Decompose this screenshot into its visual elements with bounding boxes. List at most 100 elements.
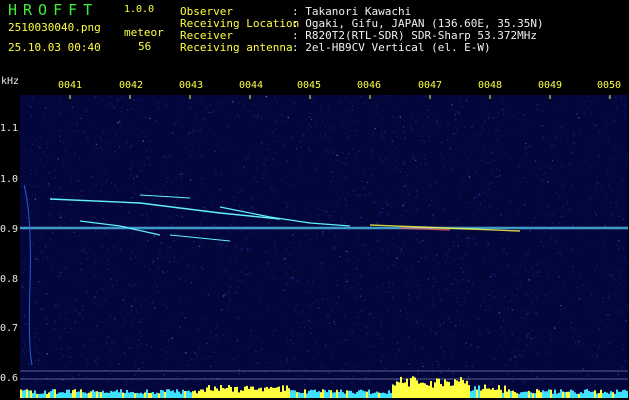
amplitude-bar <box>468 385 470 398</box>
amplitude-bar <box>32 392 34 398</box>
amplitude-bar <box>350 390 352 398</box>
x-tick: 0050 <box>597 80 622 91</box>
amplitude-bar <box>406 378 408 398</box>
amplitude-bar <box>188 390 190 398</box>
amplitude-bar <box>342 392 344 398</box>
amplitude-bar <box>440 384 442 398</box>
amplitude-bar <box>72 390 74 398</box>
amplitude-bar <box>222 388 224 398</box>
amplitude-bar <box>388 390 390 398</box>
amplitude-bar <box>538 390 540 398</box>
amplitude-bar <box>450 385 452 398</box>
amplitude-bar <box>102 390 104 398</box>
spectrogram-plot <box>20 95 628 398</box>
amplitude-bar <box>572 390 574 398</box>
amplitude-bar <box>42 393 44 398</box>
amplitude-bar <box>238 392 240 398</box>
amplitude-bar <box>324 390 326 398</box>
amplitude-bar <box>476 389 478 398</box>
amplitude-bar <box>578 393 580 398</box>
app-title: HROFFT <box>8 1 99 19</box>
y-tick: 0.9 <box>0 224 19 235</box>
amplitude-bar <box>128 392 130 398</box>
amplitude-bar <box>218 390 220 398</box>
amplitude-bar <box>390 393 392 398</box>
meteor-streak <box>139 194 191 199</box>
amplitude-bar <box>412 376 414 398</box>
amplitude-bar <box>376 391 378 398</box>
amplitude-bar <box>132 391 134 398</box>
amplitude-bar <box>506 391 508 398</box>
amplitude-bar <box>610 391 612 398</box>
amplitude-bar <box>418 383 420 398</box>
amplitude-bar <box>236 386 238 398</box>
amplitude-bar <box>594 390 596 398</box>
amplitude-bar <box>362 390 364 398</box>
amplitude-bar <box>312 390 314 398</box>
amplitude-bar <box>606 392 608 398</box>
amplitude-bar <box>620 391 622 398</box>
amplitude-bar <box>68 389 70 398</box>
y-tick: 1.0 <box>0 174 19 185</box>
amplitude-bar <box>178 391 180 398</box>
amplitude-bar <box>590 391 592 398</box>
amplitude-bar <box>364 391 366 398</box>
amplitude-bar <box>562 391 564 398</box>
amplitude-bar <box>372 393 374 398</box>
amplitude-bar <box>150 392 152 398</box>
amplitude-bar <box>214 386 216 398</box>
amplitude-bar <box>74 389 76 398</box>
amplitude-bar <box>518 393 520 398</box>
meteor-streak <box>219 206 351 227</box>
amplitude-bar <box>100 392 102 398</box>
amplitude-bar <box>570 389 572 398</box>
amplitude-bar <box>614 393 616 398</box>
amplitude-bar <box>126 389 128 398</box>
amplitude-bar <box>316 392 318 398</box>
amplitude-bar <box>548 389 550 398</box>
amplitude-bar <box>304 389 306 398</box>
x-tick: 0044 <box>239 80 264 91</box>
amplitude-bar <box>216 388 218 398</box>
amplitude-bar <box>146 389 148 398</box>
amplitude-bar <box>264 387 266 398</box>
amplitude-bar <box>550 389 552 398</box>
amplitude-bar <box>616 389 618 398</box>
amplitude-bar <box>474 386 476 398</box>
amplitude-bar <box>148 392 150 398</box>
amplitude-bar <box>104 392 106 398</box>
amplitude-bar <box>254 389 256 398</box>
amplitude-bar <box>458 381 460 398</box>
amplitude-bar <box>138 393 140 398</box>
amplitude-bar <box>414 377 416 398</box>
amplitude-bar <box>512 390 514 398</box>
amplitude-bar <box>140 392 142 398</box>
amplitude-bar <box>536 389 538 398</box>
amplitude-bar <box>310 389 312 398</box>
x-tick: 0042 <box>119 80 144 91</box>
amplitude-bar <box>488 388 490 398</box>
amplitude-bar <box>326 392 328 398</box>
amplitude-bar <box>84 392 86 398</box>
amplitude-bar <box>462 380 464 398</box>
amplitude-bar <box>282 385 284 398</box>
amplitude-bar <box>192 391 194 398</box>
amplitude-bar <box>186 390 188 398</box>
amplitude-bar <box>322 389 324 398</box>
left-trace <box>23 184 33 366</box>
amplitude-bar <box>432 387 434 398</box>
amplitude-bar <box>198 390 200 398</box>
amplitude-bar <box>54 389 56 398</box>
amplitude-bar <box>484 384 486 398</box>
app-version: 1.0.0 <box>124 4 155 15</box>
amplitude-bar <box>454 379 456 398</box>
amplitude-bar <box>76 391 78 398</box>
amplitude-bar <box>402 383 404 398</box>
amplitude-bar <box>78 391 80 398</box>
amplitude-bar <box>436 378 438 398</box>
amplitude-bar <box>426 384 428 398</box>
amplitude-bar <box>96 391 98 398</box>
amplitude-bar <box>58 392 60 398</box>
amplitude-bar <box>230 386 232 398</box>
amplitude-bar <box>162 390 164 398</box>
